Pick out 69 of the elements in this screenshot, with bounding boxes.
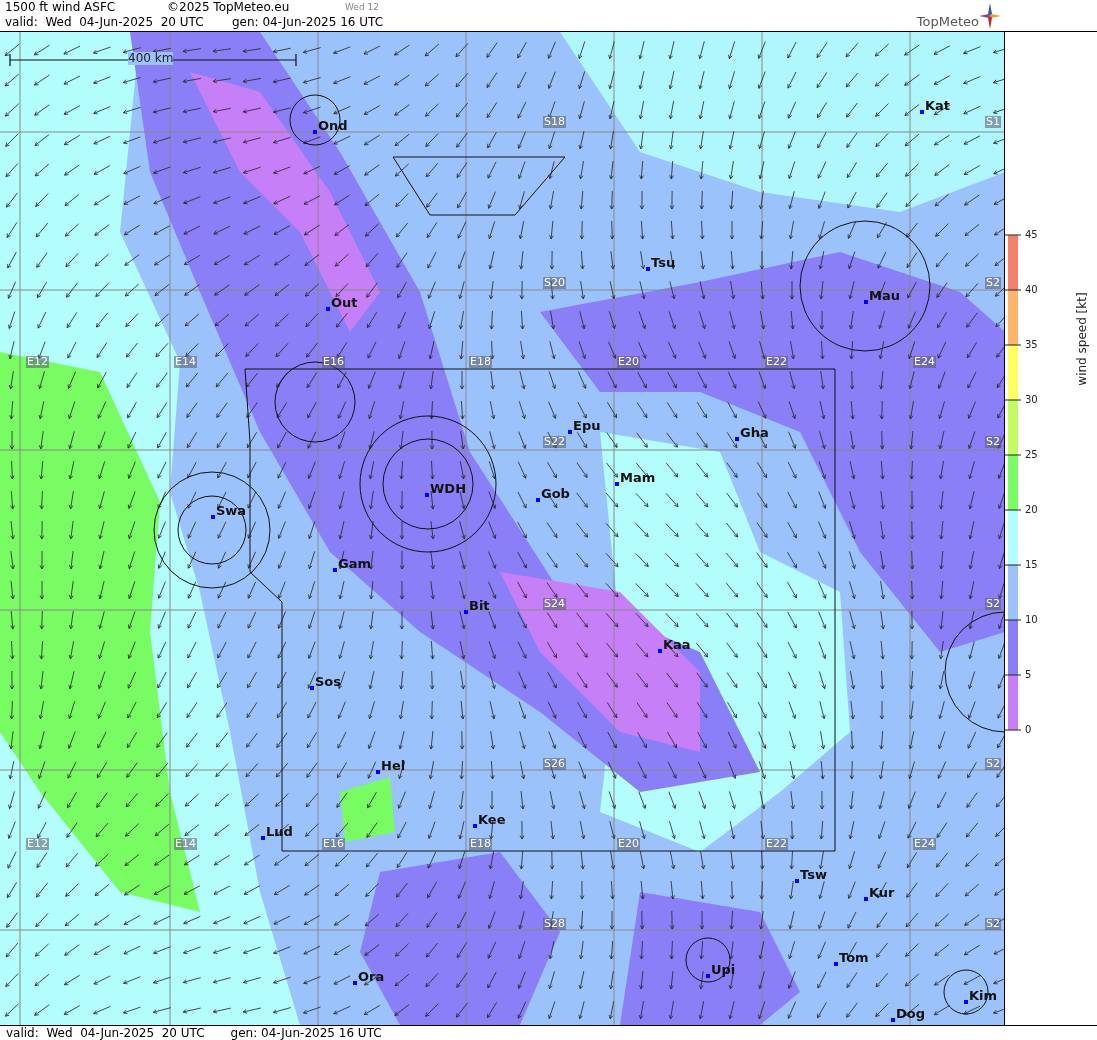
place-label: Tom: [839, 951, 869, 965]
grid-label: S24: [543, 598, 566, 610]
place-label: Gam: [338, 557, 371, 571]
place-label: Lud: [266, 825, 293, 839]
grid-label: E18: [469, 838, 492, 850]
scale-tick-label: 30: [1025, 394, 1038, 405]
place-label: Sos: [315, 675, 342, 689]
scale-title: wind speed [kt]: [1074, 292, 1089, 386]
place-label: Epu: [573, 419, 601, 433]
grid-label: E14: [174, 356, 197, 368]
scale-tick-label: 25: [1025, 449, 1038, 460]
place-label: Kee: [478, 813, 506, 827]
grid-label: E12: [26, 356, 49, 368]
scale-tick-label: 40: [1025, 284, 1038, 295]
scale-tick-label: 20: [1025, 504, 1038, 515]
grid-label: E22: [765, 838, 788, 850]
place-label: Gha: [740, 426, 769, 440]
grid-label: S2: [985, 436, 1001, 448]
logo-text: TopMeteo: [916, 14, 979, 29]
place-label: Tsu: [651, 256, 676, 270]
place-label: Hel: [381, 759, 406, 773]
place-label: WDH: [430, 482, 466, 496]
valid-time: valid: Wed 04-Jun-2025 20 UTC: [6, 1026, 205, 1040]
grid-label: S2: [985, 277, 1001, 289]
grid-label: S18: [543, 116, 566, 128]
grid-label: S2: [985, 918, 1001, 930]
copyright-text: ©2025 TopMeteo.eu: [167, 0, 291, 15]
grid-label: S1: [985, 116, 1001, 128]
generated-time: gen: 04-Jun-2025 16 UTC: [232, 15, 384, 30]
map-title: 1500 ft wind ASFC: [5, 0, 117, 15]
grid-label: E20: [617, 838, 640, 850]
valid-time: valid: Wed 04-Jun-2025 20 UTC: [5, 15, 205, 30]
scale-bar-label: 400 km: [128, 52, 174, 65]
scale-tick-label: 5: [1025, 669, 1032, 680]
grid-label: E18: [469, 356, 492, 368]
place-label: Out: [331, 296, 358, 310]
grid-label: E24: [913, 838, 936, 850]
grid-label: E22: [765, 356, 788, 368]
place-label: Mau: [869, 289, 900, 303]
scale-tick-label: 15: [1025, 559, 1038, 570]
scale-tick-label: 10: [1025, 614, 1038, 625]
place-label: Gob: [541, 487, 570, 501]
place-label: Swa: [216, 504, 247, 518]
grid-label: S20: [543, 277, 566, 289]
grid-label: S28: [543, 918, 566, 930]
generated-time: gen: 04-Jun-2025 16 UTC: [230, 1026, 382, 1040]
place-label: Kaa: [663, 638, 691, 652]
grid-label: E24: [913, 356, 936, 368]
grid-label: S2: [985, 598, 1001, 610]
place-label: Bit: [469, 599, 490, 613]
grid-label: E12: [26, 838, 49, 850]
scale-tick-label: 45: [1025, 229, 1038, 240]
grid-label: S26: [543, 758, 566, 770]
place-label: Kur: [869, 886, 895, 900]
grid-label: E16: [322, 356, 345, 368]
grid-label: S2: [985, 758, 1001, 770]
grid-label: E16: [322, 838, 345, 850]
grid-label: S22: [543, 436, 566, 448]
place-label: Mam: [620, 471, 656, 485]
place-label: Kat: [925, 99, 951, 113]
grid-label: E20: [617, 356, 640, 368]
place-label: Dog: [896, 1007, 926, 1021]
day-label: Wed 12: [345, 1, 379, 14]
compass-star-icon: [979, 3, 1001, 29]
place-label: Tsw: [800, 868, 827, 882]
place-label: Ond: [318, 119, 348, 133]
scale-tick-label: 0: [1025, 724, 1032, 735]
place-label: Ora: [358, 970, 385, 984]
scale-tick-label: 35: [1025, 339, 1038, 350]
